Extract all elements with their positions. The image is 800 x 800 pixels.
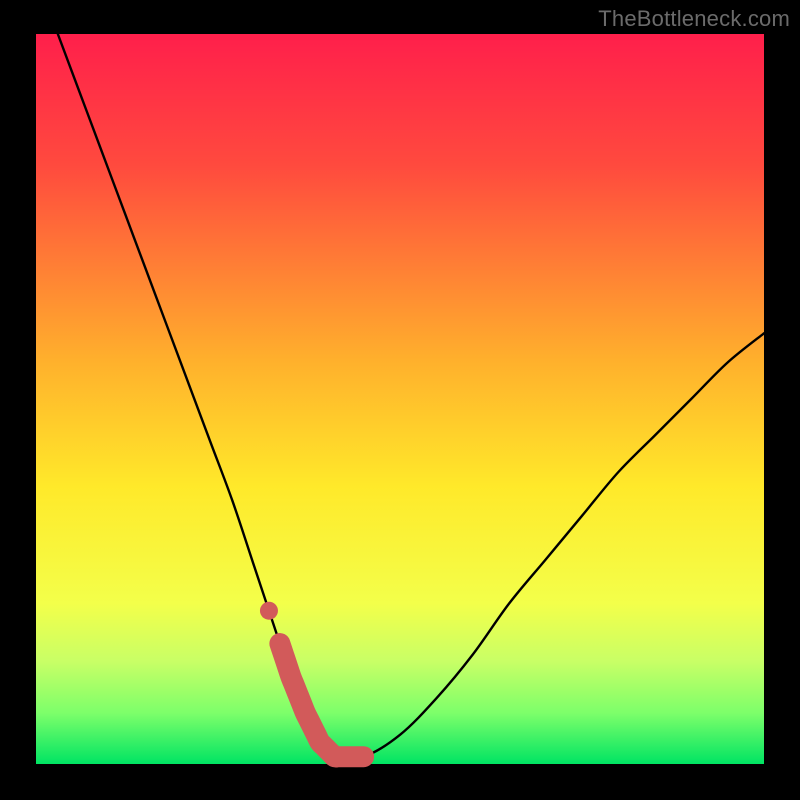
plot-background	[36, 34, 764, 764]
watermark-text: TheBottleneck.com	[598, 6, 790, 32]
chart-svg	[0, 0, 800, 800]
chart-frame: { "watermark": "TheBottleneck.com", "col…	[0, 0, 800, 800]
marker-dot	[260, 602, 278, 620]
